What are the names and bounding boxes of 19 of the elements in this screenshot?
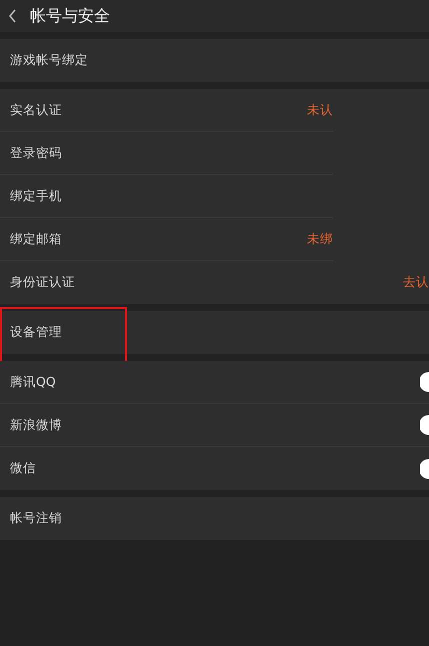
settings-item[interactable]: 新浪微博 [10,416,62,434]
toggle-knob-icon[interactable] [420,458,429,478]
settings-item[interactable]: 身份证认证 [10,273,75,292]
settings-item[interactable]: 设备管理 [10,323,62,342]
settings-item[interactable]: 微信 [10,459,36,478]
status-text: 未绑 [307,230,333,248]
settings-item[interactable]: 绑定手机 [10,186,62,206]
settings-item[interactable]: 游戏帐号绑定 [10,51,88,70]
settings-item[interactable]: 绑定邮箱 [10,230,62,248]
toggle-knob-icon[interactable] [420,415,429,435]
settings-item[interactable]: 帐号注销 [10,509,62,528]
back-icon[interactable] [8,9,18,23]
status-text: 未认 [307,100,333,119]
settings-item[interactable]: 登录密码 [10,144,62,162]
status-text: 去认 [403,273,429,292]
toggle-knob-icon[interactable] [420,372,429,392]
settings-item[interactable]: 腾讯QQ [10,372,56,392]
page-title: 帐号与安全 [30,5,110,27]
settings-item[interactable]: 实名认证 [10,100,62,120]
